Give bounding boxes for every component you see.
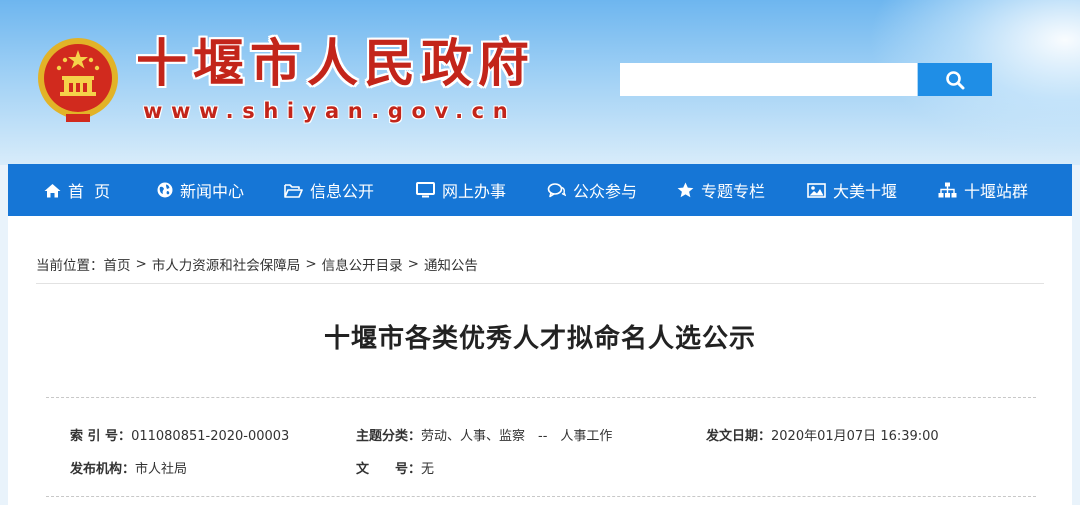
meta-docno-value: 无 — [421, 462, 435, 477]
breadcrumb-link-home[interactable]: 首页 — [104, 254, 131, 274]
nav-item-beautiful-shiyan[interactable]: 大美十堰 — [807, 164, 897, 216]
breadcrumb: 当前位置： 首页 > 市人力资源和社会保障局 > 信息公开目录 > 通知公告 — [36, 254, 478, 274]
nav-item-label: 首 页 — [68, 182, 111, 201]
meta-docno-label: 文 号： — [356, 462, 422, 477]
search-input[interactable] — [620, 63, 917, 96]
globe-icon — [157, 182, 173, 198]
meta-category-label: 主题分类： — [356, 429, 422, 444]
content-panel: 当前位置： 首页 > 市人力资源和社会保障局 > 信息公开目录 > 通知公告 十… — [8, 216, 1072, 505]
nav-item-news[interactable]: 新闻中心 — [157, 164, 244, 216]
nav-item-public-participation[interactable]: 公众参与 — [547, 164, 637, 216]
image-icon — [807, 182, 826, 198]
meta-date-value: 2020年01月07日 16:39:00 — [771, 429, 939, 444]
breadcrumb-separator: > — [305, 256, 317, 272]
meta-publisher-value: 市人社局 — [135, 462, 188, 477]
breadcrumb-link-notices[interactable]: 通知公告 — [424, 254, 478, 274]
main-nav: 首 页 新闻中心 信息公开 网上办事 公众参与 专题专栏 大美十堰 十堰站群 — [8, 164, 1072, 216]
search-icon — [946, 70, 965, 89]
nav-item-label: 网上办事 — [442, 182, 507, 201]
nav-item-online-services[interactable]: 网上办事 — [416, 164, 506, 216]
meta-category-value: 劳动、人事、监察 -- 人事工作 — [421, 429, 613, 444]
search-button[interactable] — [918, 63, 992, 96]
chat-icon — [547, 183, 566, 198]
breadcrumb-link-info-catalog[interactable]: 信息公开目录 — [322, 254, 403, 274]
meta-index: 索 引 号：011080851-2020-00003 — [70, 425, 289, 444]
meta-date-label: 发文日期： — [706, 429, 772, 444]
sitemap-icon — [938, 182, 957, 198]
nav-item-label: 信息公开 — [310, 182, 375, 201]
site-url: www.shiyan.gov.cn — [143, 99, 517, 123]
nav-item-info-disclosure[interactable]: 信息公开 — [284, 164, 374, 216]
meta-docno: 文 号：无 — [356, 458, 434, 477]
star-icon — [677, 182, 694, 198]
breadcrumb-link-hrss-bureau[interactable]: 市人力资源和社会保障局 — [152, 254, 301, 274]
home-icon — [44, 183, 61, 197]
meta-date: 发文日期：2020年01月07日 16:39:00 — [706, 425, 939, 444]
site-header: 十堰市人民政府 www.shiyan.gov.cn — [0, 0, 1080, 165]
meta-bottom-divider — [46, 496, 1036, 497]
article-title: 十堰市各类优秀人才拟命名人选公示 — [323, 324, 756, 354]
site-title: 十堰市人民政府 — [136, 34, 536, 94]
meta-publisher: 发布机构：市人社局 — [70, 458, 187, 477]
folder-open-icon — [284, 183, 303, 198]
monitor-icon — [416, 182, 435, 198]
breadcrumb-divider — [36, 283, 1044, 284]
meta-index-value: 011080851-2020-00003 — [131, 429, 290, 444]
nav-item-label: 新闻中心 — [180, 182, 245, 201]
nav-item-special-topics[interactable]: 专题专栏 — [677, 164, 765, 216]
nav-item-label: 大美十堰 — [833, 182, 898, 201]
breadcrumb-separator: > — [135, 256, 147, 272]
meta-publisher-label: 发布机构： — [70, 462, 136, 477]
breadcrumb-prefix: 当前位置： — [36, 258, 104, 274]
meta-top-divider — [46, 397, 1036, 398]
nav-item-home[interactable]: 首 页 — [44, 164, 110, 216]
nav-item-label: 公众参与 — [573, 182, 638, 201]
meta-index-label: 索 引 号： — [70, 429, 132, 444]
nav-item-site-group[interactable]: 十堰站群 — [938, 164, 1028, 216]
nav-item-label: 十堰站群 — [964, 182, 1029, 201]
national-emblem-icon — [38, 38, 118, 122]
breadcrumb-separator: > — [407, 256, 419, 272]
meta-category: 主题分类：劳动、人事、监察 -- 人事工作 — [356, 425, 612, 444]
nav-item-label: 专题专栏 — [701, 182, 766, 201]
